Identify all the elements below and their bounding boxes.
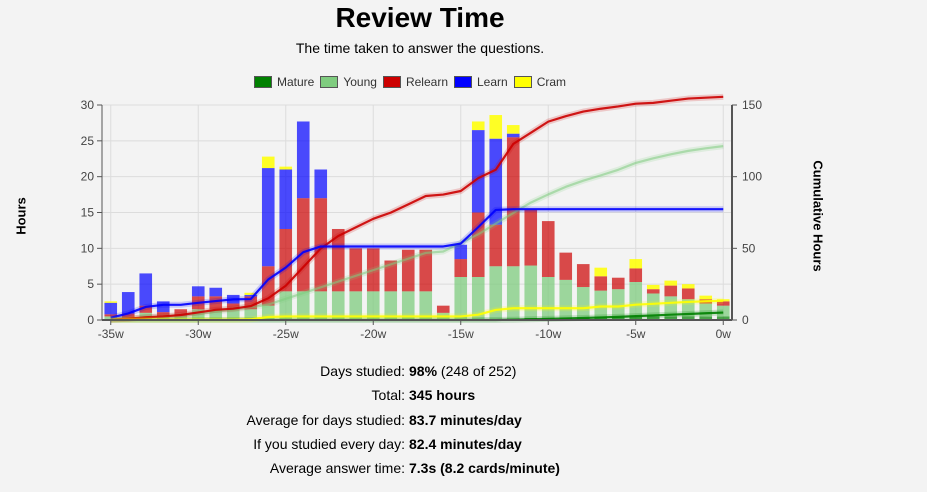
y-tick-label: 0 (87, 313, 94, 327)
review-time-chart: -35w -30w -25w -20w -15w -10w -5w 0w 0 5 10 15 20 25 3… (81, 93, 762, 341)
stat-label: Average for days studied: (246, 411, 405, 428)
stat-value: 7.3s (8.2 cards/minute) (409, 460, 560, 477)
bar-relearn (559, 252, 573, 280)
x-tick-label: -25w (273, 327, 299, 341)
bar-relearn (349, 248, 363, 292)
y-tick-label: 5 (87, 277, 94, 291)
bar-relearn (576, 264, 590, 288)
bar-learn (471, 130, 485, 213)
bar-relearn (646, 289, 660, 294)
bar-relearn (664, 285, 678, 297)
stat-row-answer-time: Average answer time: 7.3s (8.2 cards/min… (0, 456, 927, 480)
x-tick-label: -5w (626, 327, 646, 341)
y-tick-label: 25 (81, 134, 95, 148)
bar-cram (104, 301, 118, 303)
bar-relearn (681, 288, 695, 300)
stat-value: 345 hours (409, 387, 476, 404)
bar-learn (209, 287, 223, 297)
y-tick-label: 15 (81, 206, 95, 220)
stat-row-days-studied: Days studied: 98% (248 of 252) (0, 359, 927, 383)
x-tick-label: -35w (98, 327, 124, 341)
stat-value: 83.7 minutes/day (409, 411, 522, 428)
bar-cram (261, 156, 275, 169)
stat-value: 98% (409, 363, 438, 379)
bar-young (629, 282, 643, 317)
bar-young (559, 279, 573, 318)
bar-relearn (506, 137, 520, 267)
y-tick-label: 10 (81, 241, 95, 255)
x-tick-label: -10w (535, 327, 561, 341)
bar-learn (279, 169, 293, 229)
y2-tick-label: 100 (742, 170, 762, 184)
bar-learn (314, 169, 328, 199)
x-tick-label: 0w (716, 327, 732, 341)
y2-tick-label: 0 (742, 313, 749, 327)
bar-cram (664, 280, 678, 286)
bar-learn (191, 286, 205, 297)
stat-row-total: Total: 345 hours (0, 383, 927, 407)
stat-row-average-days-studied: Average for days studied: 83.7 minutes/d… (0, 408, 927, 432)
bar-learn (506, 133, 520, 138)
stat-label: Total: (371, 387, 405, 404)
bar-learn (296, 121, 310, 199)
bar-relearn (454, 259, 468, 277)
bar-relearn (524, 209, 538, 266)
stat-label: If you studied every day: (253, 435, 405, 452)
bar-young (541, 277, 555, 318)
stat-label: Days studied: (320, 363, 405, 379)
bar-cram (594, 267, 608, 277)
bar-relearn (541, 221, 555, 277)
stats-table: Days studied: 98% (248 of 252) Total: 34… (0, 359, 927, 480)
bar-learn (104, 302, 118, 315)
y-tick-label: 20 (81, 170, 95, 184)
bar-cram (506, 125, 520, 134)
x-tick-label: -20w (360, 327, 386, 341)
bar-relearn (436, 305, 450, 313)
bar-cram (279, 166, 293, 170)
x-tick-label: -15w (448, 327, 474, 341)
bar-relearn (611, 277, 625, 290)
y2-tick-label: 50 (742, 241, 756, 255)
y-tick-label: 30 (81, 98, 95, 112)
bar-learn (261, 168, 275, 267)
bar-cram (489, 115, 503, 139)
stat-row-every-day: If you studied every day: 82.4 minutes/d… (0, 432, 927, 456)
stat-value: 82.4 minutes/day (409, 435, 522, 452)
bar-relearn (594, 276, 608, 291)
bar-cram (471, 121, 485, 131)
bar-young (576, 287, 590, 318)
stat-label: Average answer time: (269, 460, 405, 477)
bar-cram (681, 284, 695, 289)
y2-tick-label: 150 (742, 98, 762, 112)
x-tick-label: -30w (185, 327, 211, 341)
bar-cram (646, 284, 660, 290)
bar-cram (629, 259, 643, 269)
bar-relearn (629, 268, 643, 283)
stat-extra: (248 of 252) (437, 363, 517, 379)
bar-relearn (489, 224, 503, 267)
bar-learn (139, 273, 153, 306)
bar-relearn (296, 198, 310, 292)
